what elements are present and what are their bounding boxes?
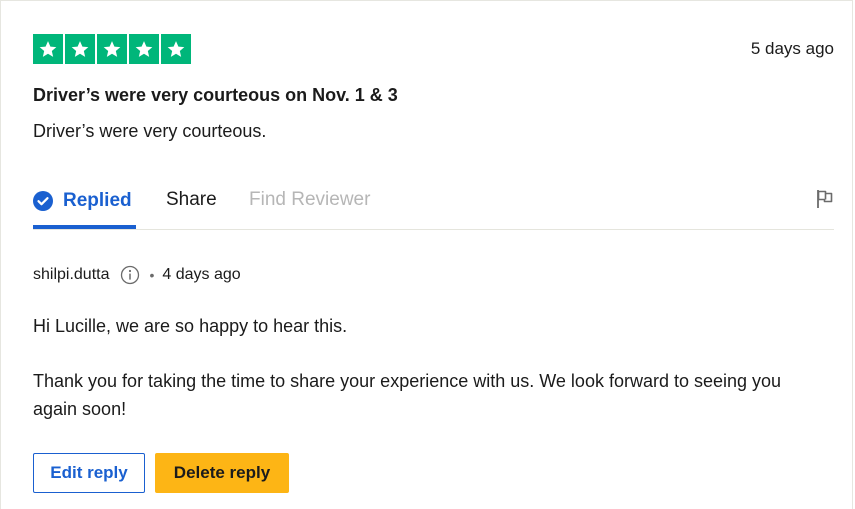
star-icon xyxy=(161,34,191,64)
star-icon xyxy=(65,34,95,64)
star-rating xyxy=(33,34,191,64)
reply-paragraph: Thank you for taking the time to share y… xyxy=(33,371,782,419)
review-tabs: Replied Share Find Reviewer xyxy=(33,185,834,230)
review-text: Driver’s were very courteous. xyxy=(33,121,267,141)
review-date: 5 days ago xyxy=(750,39,834,58)
reply-paragraph: Hi Lucille, we are so happy to hear this… xyxy=(33,316,348,336)
star-icon xyxy=(33,34,63,64)
tab-share[interactable]: Share xyxy=(166,185,217,215)
star-icon xyxy=(129,34,159,64)
star-icon xyxy=(97,34,127,64)
review-title: Driver’s were very courteous on Nov. 1 &… xyxy=(33,85,398,105)
info-icon[interactable] xyxy=(120,265,140,285)
tab-find-reviewer[interactable]: Find Reviewer xyxy=(249,185,370,215)
check-circle-icon xyxy=(33,190,53,211)
meta-separator: • xyxy=(149,267,155,283)
edit-reply-button[interactable]: Edit reply xyxy=(33,453,145,493)
reply-meta: shilpi.dutta • 4 days ago xyxy=(33,265,241,285)
tab-replied[interactable]: Replied xyxy=(33,185,136,229)
delete-reply-button[interactable]: Delete reply xyxy=(155,453,289,493)
flag-icon[interactable] xyxy=(816,189,834,209)
reply-author: shilpi.dutta xyxy=(33,266,110,283)
reply-date: 4 days ago xyxy=(162,266,241,283)
review-card: 5 days ago Driver’s were very courteous … xyxy=(0,0,853,509)
tab-replied-label: Replied xyxy=(63,189,132,211)
